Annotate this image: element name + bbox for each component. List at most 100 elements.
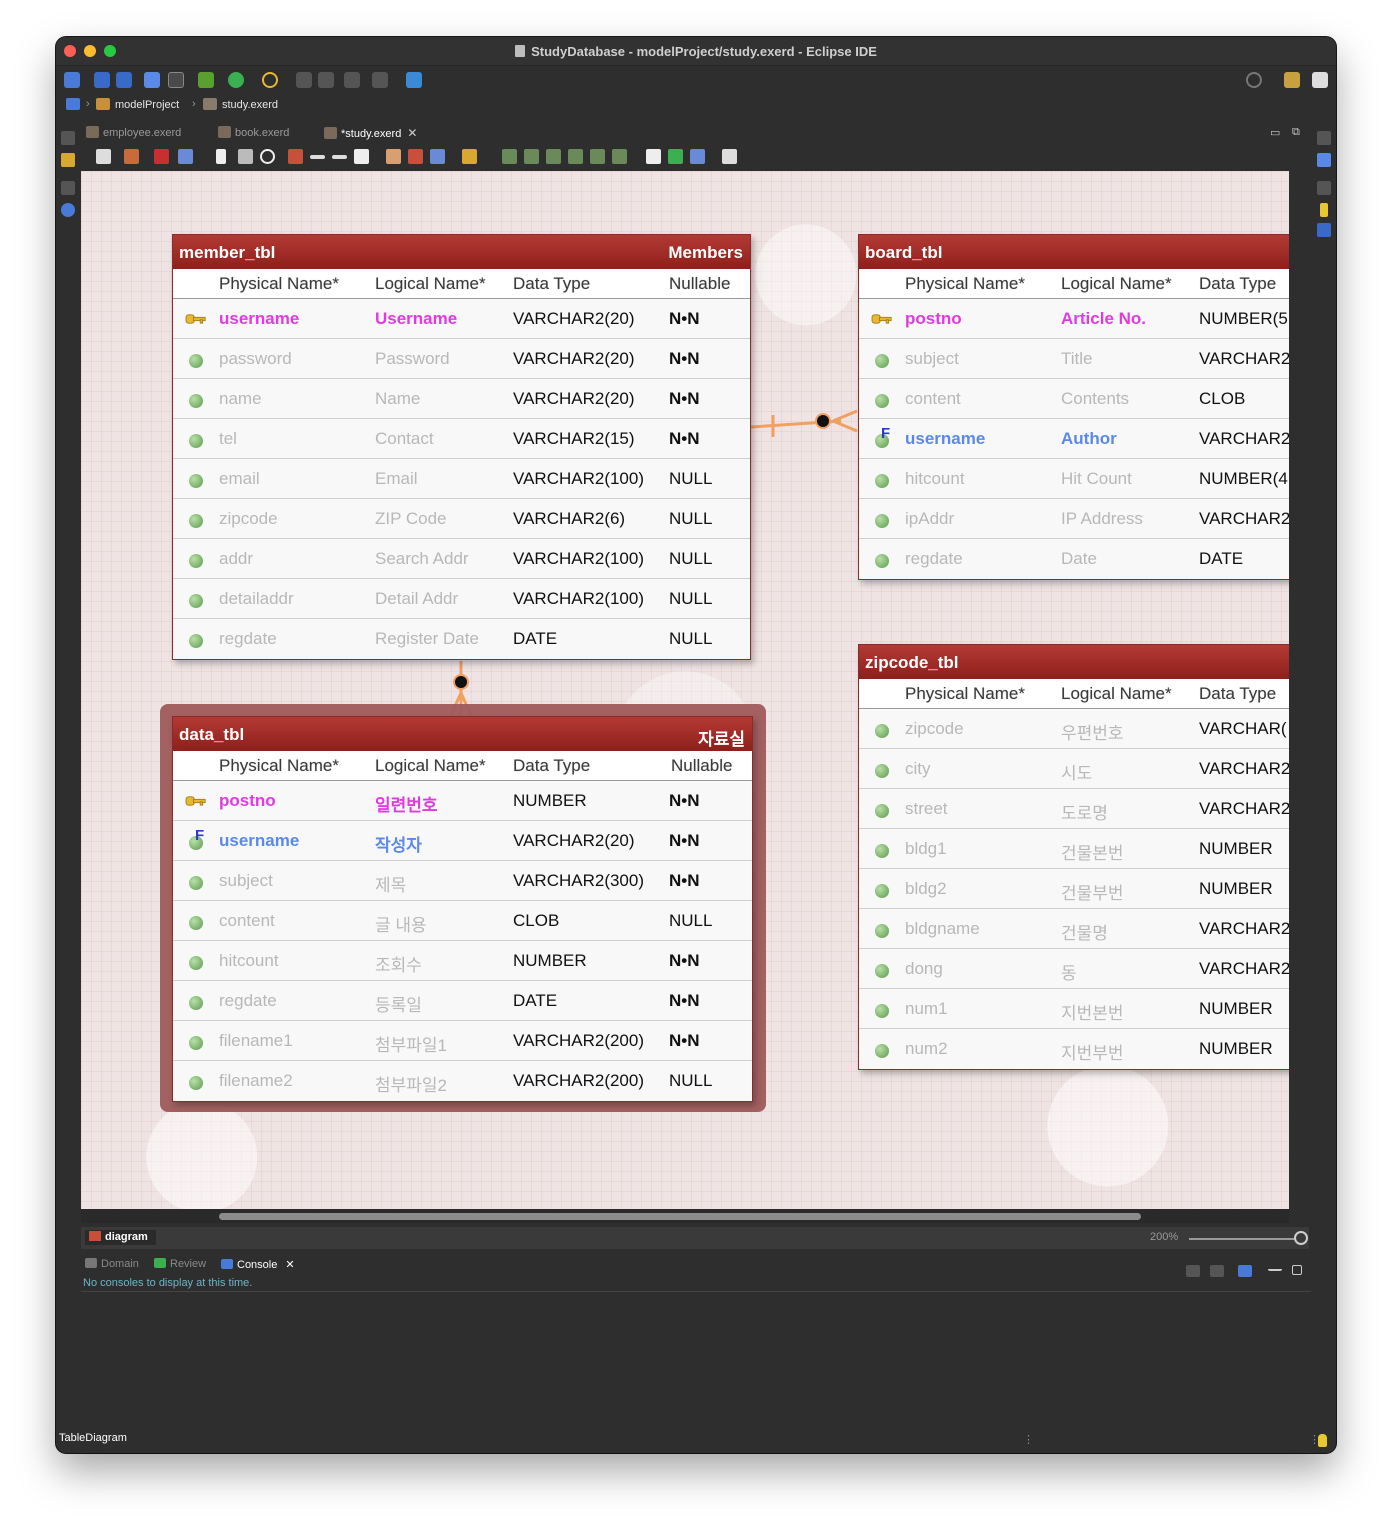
tab-diagram[interactable]: diagram xyxy=(85,1230,156,1245)
minimize-editor-button[interactable]: ▭ xyxy=(1270,126,1280,139)
column-row[interactable]: city 시도 VARCHAR2 xyxy=(859,749,1289,789)
column-row[interactable]: num1 지번본번 NUMBER xyxy=(859,989,1289,1029)
tab-console[interactable]: Console ✕ xyxy=(221,1258,295,1271)
entity-zipcode-tbl[interactable]: zipcode_tbl Physical Name* Logical Name*… xyxy=(858,644,1289,1070)
entity-data-tbl[interactable]: data_tbl 자료실 Physical Name* Logical Name*… xyxy=(172,716,753,1102)
terminal-icon[interactable] xyxy=(144,72,160,88)
relation-tool-icon[interactable] xyxy=(332,155,347,159)
hand-icon[interactable] xyxy=(238,149,253,164)
column-row[interactable]: regdate 등록일 DATE N•N xyxy=(173,981,752,1021)
tab-review[interactable]: Review xyxy=(154,1258,206,1270)
next-edit-icon[interactable] xyxy=(318,72,334,88)
pointer-menu-icon[interactable] xyxy=(96,149,111,164)
global-search-icon[interactable] xyxy=(1246,72,1262,88)
column-row[interactable]: addr Search Addr VARCHAR2(100) NULL xyxy=(173,539,750,579)
column-row[interactable]: postno Article No. NUMBER(5 xyxy=(859,299,1289,339)
restore-icon[interactable] xyxy=(1317,181,1331,195)
column-row[interactable]: regdate Date DATE xyxy=(859,539,1289,579)
validate-icon[interactable] xyxy=(668,149,683,164)
zoom-slider-track[interactable] xyxy=(1189,1238,1299,1240)
restore-icon[interactable] xyxy=(61,181,75,195)
column-row[interactable]: filename1 첨부파일1 VARCHAR2(200) N•N xyxy=(173,1021,752,1061)
scrollbar-thumb[interactable] xyxy=(219,1213,1141,1220)
package-explorer-icon[interactable] xyxy=(61,153,75,167)
horizontal-scrollbar[interactable] xyxy=(81,1209,1289,1223)
outline-icon[interactable] xyxy=(1317,153,1331,167)
column-row[interactable]: num2 지번부번 NUMBER xyxy=(859,1029,1289,1069)
column-row[interactable]: hitcount Hit Count NUMBER(4 xyxy=(859,459,1289,499)
delete-icon[interactable] xyxy=(154,149,169,164)
entity-member-tbl[interactable]: member_tbl Members Physical Name* Logical… xyxy=(172,234,751,660)
restore-icon[interactable] xyxy=(1317,131,1331,145)
open-perspective-icon[interactable] xyxy=(1284,72,1300,88)
lightbulb-icon[interactable] xyxy=(1318,1434,1327,1447)
palette-icon[interactable] xyxy=(61,203,75,217)
column-row[interactable]: Fusername Author VARCHAR2 xyxy=(859,419,1289,459)
erd-perspective-icon[interactable] xyxy=(1312,72,1328,88)
forward-arrow-icon[interactable] xyxy=(372,72,388,88)
column-row[interactable]: zipcode ZIP Code VARCHAR2(6) NULL xyxy=(173,499,750,539)
minimize-view-button[interactable] xyxy=(1268,1265,1282,1271)
tab-domain[interactable]: Domain xyxy=(85,1258,139,1270)
pin-console-icon[interactable] xyxy=(1210,1265,1224,1277)
column-row[interactable]: name Name VARCHAR2(20) N•N xyxy=(173,379,750,419)
column-row[interactable]: content Contents CLOB xyxy=(859,379,1289,419)
align-right-icon[interactable] xyxy=(546,149,561,164)
align-center-icon[interactable] xyxy=(524,149,539,164)
align-top-icon[interactable] xyxy=(568,149,583,164)
pin-editor-icon[interactable] xyxy=(406,72,422,88)
debug-icon[interactable] xyxy=(198,72,214,88)
align-middle-icon[interactable] xyxy=(590,149,605,164)
entity-board-tbl[interactable]: board_tbl Physical Name* Logical Name* D… xyxy=(858,234,1289,580)
align-bottom-icon[interactable] xyxy=(612,149,627,164)
run-icon[interactable] xyxy=(228,72,244,88)
search-icon[interactable] xyxy=(262,72,278,88)
column-row[interactable]: filename2 첨부파일2 VARCHAR2(200) NULL xyxy=(173,1061,752,1101)
column-row[interactable]: email Email VARCHAR2(100) NULL xyxy=(173,459,750,499)
breadcrumb-project[interactable]: modelProject xyxy=(96,98,179,111)
column-row[interactable]: bldg1 건물본번 NUMBER xyxy=(859,829,1289,869)
hierarchy-icon[interactable] xyxy=(1317,223,1331,237)
new-icon[interactable] xyxy=(64,72,80,88)
export-icon[interactable] xyxy=(690,149,705,164)
display-console-icon[interactable] xyxy=(1186,1265,1200,1277)
zoom-icon[interactable] xyxy=(260,149,275,164)
column-row[interactable]: password Password VARCHAR2(20) N•N xyxy=(173,339,750,379)
copy-icon[interactable] xyxy=(178,149,193,164)
image-icon[interactable] xyxy=(430,149,445,164)
column-row[interactable]: username Username VARCHAR2(20) N•N xyxy=(173,299,750,339)
column-row[interactable]: ipAddr IP Address VARCHAR2 xyxy=(859,499,1289,539)
tab-employee[interactable]: employee.exerd xyxy=(86,126,181,139)
relation-tool-icon[interactable] xyxy=(310,155,325,159)
save-all-icon[interactable] xyxy=(116,72,132,88)
auto-layout-icon[interactable] xyxy=(462,149,477,164)
column-row[interactable]: subject 제목 VARCHAR2(300) N•N xyxy=(173,861,752,901)
properties-icon[interactable] xyxy=(1320,203,1328,217)
close-tab-icon[interactable]: ✕ xyxy=(285,1259,294,1271)
open-console-icon[interactable] xyxy=(1238,1265,1252,1277)
select-arrow-icon[interactable] xyxy=(216,149,226,164)
column-row[interactable]: detailaddr Detail Addr VARCHAR2(100) NULL xyxy=(173,579,750,619)
column-row[interactable]: street 도로명 VARCHAR2 xyxy=(859,789,1289,829)
table-tool-icon[interactable] xyxy=(288,149,303,164)
note-icon[interactable] xyxy=(354,149,369,164)
breadcrumb-file[interactable]: study.exerd xyxy=(203,98,278,111)
column-row[interactable]: content 글 내용 CLOB NULL xyxy=(173,901,752,941)
back-arrow-icon[interactable] xyxy=(344,72,360,88)
help-icon[interactable] xyxy=(722,149,737,164)
column-row[interactable]: dong 동 VARCHAR2 xyxy=(859,949,1289,989)
prev-edit-icon[interactable] xyxy=(296,72,312,88)
save-icon[interactable] xyxy=(94,72,110,88)
column-row[interactable]: bldgname 건물명 VARCHAR2 xyxy=(859,909,1289,949)
column-row[interactable]: tel Contact VARCHAR2(15) N•N xyxy=(173,419,750,459)
layer-icon[interactable] xyxy=(386,149,401,164)
restore-icon[interactable] xyxy=(61,131,75,145)
column-row[interactable]: hitcount 조회수 NUMBER N•N xyxy=(173,941,752,981)
column-row[interactable]: regdate Register Date DATE NULL xyxy=(173,619,750,659)
zoom-slider-knob[interactable] xyxy=(1294,1231,1308,1245)
document-icon[interactable] xyxy=(646,149,661,164)
maximize-view-button[interactable] xyxy=(1292,1265,1302,1275)
toggle-icon[interactable] xyxy=(168,72,184,88)
diagram-canvas[interactable]: member_tbl Members Physical Name* Logical… xyxy=(81,171,1289,1209)
print-icon[interactable] xyxy=(408,149,423,164)
